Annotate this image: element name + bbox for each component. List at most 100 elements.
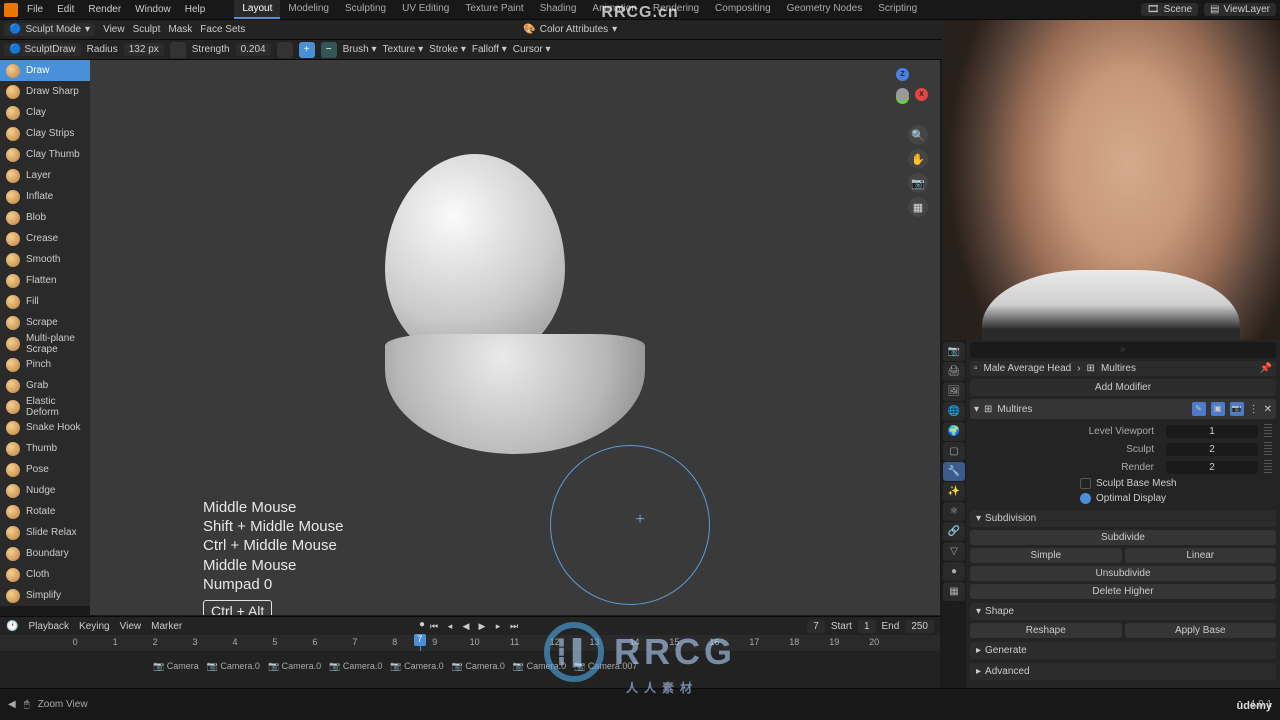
tool-rotate[interactable]: Rotate bbox=[0, 501, 90, 522]
ptab-constraints-icon[interactable]: 🔗 bbox=[943, 522, 965, 541]
simple-button[interactable]: Simple bbox=[970, 548, 1122, 563]
ptab-physics-icon[interactable]: ⚛ bbox=[943, 502, 965, 521]
render-level-input[interactable]: 2 bbox=[1166, 461, 1258, 474]
play-rev-icon[interactable]: ◀ bbox=[459, 619, 473, 633]
breadcrumb-modifier[interactable]: Multires bbox=[1101, 363, 1136, 374]
tool-flatten[interactable]: Flatten bbox=[0, 270, 90, 291]
apply-base-button[interactable]: Apply Base bbox=[1125, 623, 1277, 638]
tool-blob[interactable]: Blob bbox=[0, 207, 90, 228]
tool-pinch[interactable]: Pinch bbox=[0, 354, 90, 375]
current-frame-input[interactable]: 7 bbox=[807, 620, 825, 633]
tab-uv[interactable]: UV Editing bbox=[394, 0, 457, 19]
tool-boundary[interactable]: Boundary bbox=[0, 543, 90, 564]
tool-inflate[interactable]: Inflate bbox=[0, 186, 90, 207]
mod-display-icon[interactable]: ▣ bbox=[1211, 402, 1225, 416]
tool-scrape[interactable]: Scrape bbox=[0, 312, 90, 333]
mod-extras-icon[interactable]: ⋮ bbox=[1249, 404, 1259, 415]
menu-mask[interactable]: Mask bbox=[168, 24, 192, 35]
timeline-ruler[interactable]: 01234567891011121314151617181920 bbox=[0, 635, 940, 651]
tab-scripting[interactable]: Scripting bbox=[870, 0, 925, 19]
tool-fill[interactable]: Fill bbox=[0, 291, 90, 312]
camera-marker[interactable]: 📷 Camera.0 bbox=[326, 661, 385, 672]
timeline-body[interactable]: 📷 Camera📷 Camera.0📷 Camera.0📷 Camera.0📷 … bbox=[0, 651, 940, 689]
ptab-world-icon[interactable]: 🌍 bbox=[943, 422, 965, 441]
mod-delete-icon[interactable]: ✕ bbox=[1264, 404, 1272, 415]
camera-marker[interactable]: 📷 Camera.0 bbox=[387, 661, 446, 672]
start-frame-input[interactable]: 1 bbox=[858, 620, 876, 633]
subdivide-button[interactable]: Subdivide bbox=[970, 530, 1276, 545]
optimal-display-checkbox[interactable] bbox=[1080, 493, 1091, 504]
perspective-icon[interactable]: ▦ bbox=[908, 197, 928, 217]
sculpt-level-input[interactable]: 2 bbox=[1166, 443, 1258, 456]
reshape-button[interactable]: Reshape bbox=[970, 623, 1122, 638]
ptab-view-icon[interactable]: 🖼 bbox=[943, 382, 965, 401]
jump-start-icon[interactable]: ⏮ bbox=[427, 619, 441, 633]
ptab-mesh-icon[interactable]: ▽ bbox=[943, 542, 965, 561]
dd-falloff[interactable]: Falloff ▾ bbox=[472, 44, 507, 55]
mod-edit-icon[interactable]: ✎ bbox=[1192, 402, 1206, 416]
tool-cloth[interactable]: Cloth bbox=[0, 564, 90, 585]
ptab-output-icon[interactable]: 🖨 bbox=[943, 362, 965, 381]
menu-help[interactable]: Help bbox=[180, 2, 211, 17]
next-key-icon[interactable]: ▸ bbox=[491, 619, 505, 633]
axis-center[interactable] bbox=[896, 88, 909, 101]
add-subtract-sub-icon[interactable]: − bbox=[321, 42, 337, 58]
modifier-header[interactable]: ▾⊞ Multires ✎ ▣ 📷 ⋮ ✕ bbox=[970, 399, 1276, 419]
pan-icon[interactable]: ✋ bbox=[908, 149, 928, 169]
subdivision-section[interactable]: ▾ Subdivision bbox=[970, 510, 1276, 527]
camera-view-icon[interactable]: 📷 bbox=[908, 173, 928, 193]
sculpt-base-checkbox[interactable] bbox=[1080, 478, 1091, 489]
ptab-render-icon[interactable]: 📷 bbox=[943, 342, 965, 361]
menu-window[interactable]: Window bbox=[130, 2, 176, 17]
props-search-input[interactable]: ⌕ bbox=[970, 342, 1276, 358]
tl-playback[interactable]: Playback bbox=[28, 621, 69, 632]
camera-marker[interactable]: 📷 Camera.0 bbox=[204, 661, 263, 672]
shape-section[interactable]: ▾ Shape bbox=[970, 603, 1276, 620]
unsubdivide-button[interactable]: Unsubdivide bbox=[970, 566, 1276, 581]
menu-edit[interactable]: Edit bbox=[52, 2, 79, 17]
tool-draw[interactable]: Draw bbox=[0, 60, 90, 81]
tl-view[interactable]: View bbox=[120, 621, 142, 632]
dd-cursor[interactable]: Cursor ▾ bbox=[513, 44, 551, 55]
generate-section[interactable]: ▸ Generate bbox=[970, 642, 1276, 659]
tool-snake-hook[interactable]: Snake Hook bbox=[0, 417, 90, 438]
tl-keying[interactable]: Keying bbox=[79, 621, 110, 632]
breadcrumb-object[interactable]: Male Average Head bbox=[984, 363, 1072, 374]
tab-compositing[interactable]: Compositing bbox=[707, 0, 779, 19]
tool-elastic-deform[interactable]: Elastic Deform bbox=[0, 396, 90, 417]
level-viewport-input[interactable]: 1 bbox=[1166, 425, 1258, 438]
radius-value[interactable]: 132 px bbox=[124, 43, 164, 56]
jump-end-icon[interactable]: ⏭ bbox=[507, 619, 521, 633]
zoom-icon[interactable]: 🔍 bbox=[908, 125, 928, 145]
mode-dropdown[interactable]: 🔵 Sculpt Mode ▾ bbox=[4, 23, 95, 36]
tool-pose[interactable]: Pose bbox=[0, 459, 90, 480]
mod-render-icon[interactable]: 📷 bbox=[1230, 402, 1244, 416]
tab-sculpting[interactable]: Sculpting bbox=[337, 0, 394, 19]
add-subtract-add-icon[interactable]: + bbox=[299, 42, 315, 58]
ptab-scene-icon[interactable]: 🌐 bbox=[943, 402, 965, 421]
add-modifier-button[interactable]: Add Modifier bbox=[970, 379, 1276, 396]
camera-marker[interactable]: 📷 Camera bbox=[150, 661, 202, 672]
axis-x-icon[interactable]: X bbox=[915, 88, 928, 101]
pin-icon[interactable]: 📌 bbox=[1260, 363, 1272, 374]
menu-file[interactable]: File bbox=[22, 2, 48, 17]
tool-clay-thumb[interactable]: Clay Thumb bbox=[0, 144, 90, 165]
ptab-modifier-icon[interactable]: 🔧 bbox=[943, 462, 965, 481]
end-frame-input[interactable]: 250 bbox=[905, 620, 934, 633]
dd-stroke[interactable]: Stroke ▾ bbox=[429, 44, 466, 55]
tool-simplify[interactable]: Simplify bbox=[0, 585, 90, 606]
dd-brush[interactable]: Brush ▾ bbox=[343, 44, 377, 55]
tool-clay[interactable]: Clay bbox=[0, 102, 90, 123]
radius-pressure-icon[interactable] bbox=[170, 42, 186, 58]
linear-button[interactable]: Linear bbox=[1125, 548, 1277, 563]
ptab-material-icon[interactable]: ● bbox=[943, 562, 965, 581]
strength-value[interactable]: 0.204 bbox=[236, 43, 271, 56]
axis-gizmo[interactable]: Z X Y bbox=[876, 68, 928, 120]
tab-shading[interactable]: Shading bbox=[532, 0, 585, 19]
ptab-object-icon[interactable]: ▢ bbox=[943, 442, 965, 461]
ptab-texture-icon[interactable]: ▦ bbox=[943, 582, 965, 601]
menu-sculpt[interactable]: Sculpt bbox=[133, 24, 161, 35]
strength-pressure-icon[interactable] bbox=[277, 42, 293, 58]
tool-multi-plane-scrape[interactable]: Multi-plane Scrape bbox=[0, 333, 90, 354]
timeline-editor-icon[interactable]: 🕐 bbox=[6, 621, 18, 632]
